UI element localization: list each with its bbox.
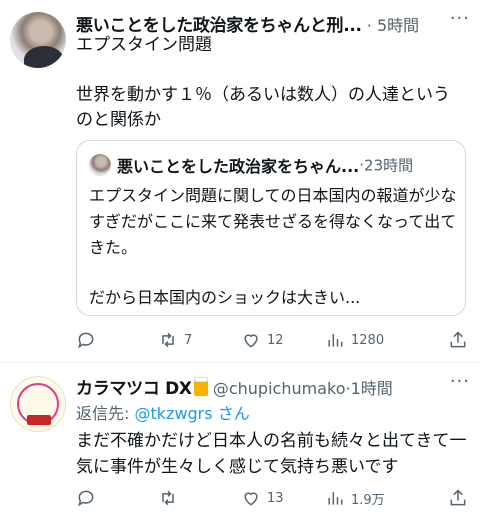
views-icon (328, 492, 343, 505)
quote-timestamp: 23時間 (364, 156, 414, 175)
retweet-button[interactable] (158, 486, 184, 510)
quote-text-more: だから日本国内のショックは大きい... (89, 288, 361, 307)
retweet-button[interactable]: 7 (158, 328, 192, 352)
share-button[interactable] (448, 486, 468, 510)
views-icon (328, 334, 343, 347)
author-handle[interactable]: @chupichumako (213, 379, 346, 398)
like-icon (244, 492, 258, 506)
tweet-header: 悪いことをした政治家をちゃんと刑... · 5時間 (76, 11, 468, 35)
views-count: 1.9万 (351, 492, 385, 508)
views-button[interactable]: 1.9万 (325, 486, 385, 510)
action-bar: 7 12 1280 (76, 328, 468, 352)
quoted-tweet[interactable]: 悪いことをした政治家をちゃん...·23時間 エプスタイン問題に関しての日本国内… (76, 140, 466, 316)
like-button[interactable]: 13 (241, 486, 284, 510)
tweet-header: カラマツコ DX @chupichumako·1時間 (76, 374, 468, 398)
tweet[interactable]: 悪いことをした政治家をちゃんと刑... · 5時間 ··· エプスタイン問題 世… (0, 0, 480, 362)
views-count: 1280 (351, 332, 385, 348)
retweet-count: 7 (184, 332, 193, 348)
tweet-text-line1: エプスタイン問題 (76, 35, 212, 55)
like-button[interactable]: 12 (241, 328, 284, 352)
more-icon[interactable]: ··· (450, 8, 470, 29)
reply-button[interactable] (76, 328, 102, 352)
reply-icon (78, 490, 94, 507)
retweet-icon (162, 332, 174, 348)
share-button[interactable] (448, 328, 468, 352)
like-icon (244, 334, 258, 348)
author-name[interactable]: カラマツコ DX (76, 379, 192, 398)
tweet-text: まだ不確かだけど日本人の名前も続々と出てきて一気に事件が生々しく感じて気持ち悪い… (76, 431, 467, 477)
timestamp[interactable]: 1時間 (351, 379, 393, 398)
avatar[interactable] (10, 12, 66, 68)
quote-text: エプスタイン問題に関しての日本国内の報道が少なすぎだがここに来て発表せざるを得な… (89, 186, 457, 257)
avatar[interactable] (10, 376, 66, 432)
reply-to-handle[interactable]: @tkzwgrs (135, 404, 213, 423)
quote-header: 悪いことをした政治家をちゃん...·23時間 (89, 153, 455, 177)
reply-button[interactable] (76, 486, 102, 510)
quote-author-name: 悪いことをした政治家をちゃん... (117, 157, 360, 176)
tweet-text-line2: 世界を動かす１％（あるいは数人）の人達というのと関係か (76, 85, 450, 130)
retweet-icon (162, 490, 174, 506)
like-count: 12 (267, 332, 284, 348)
reply-to: 返信先: @tkzwgrs さん (76, 400, 250, 424)
action-bar: 13 1.9万 (76, 486, 468, 510)
beer-icon (193, 377, 208, 396)
reply-to-suffix: さん (217, 404, 250, 423)
like-count: 13 (267, 490, 284, 506)
reply-icon (78, 332, 94, 349)
share-icon (450, 489, 466, 506)
quote-avatar (89, 154, 111, 176)
share-icon (450, 331, 466, 348)
more-icon[interactable]: ··· (450, 371, 470, 392)
views-button[interactable]: 1280 (325, 328, 384, 352)
reply-to-label: 返信先: (76, 404, 130, 423)
